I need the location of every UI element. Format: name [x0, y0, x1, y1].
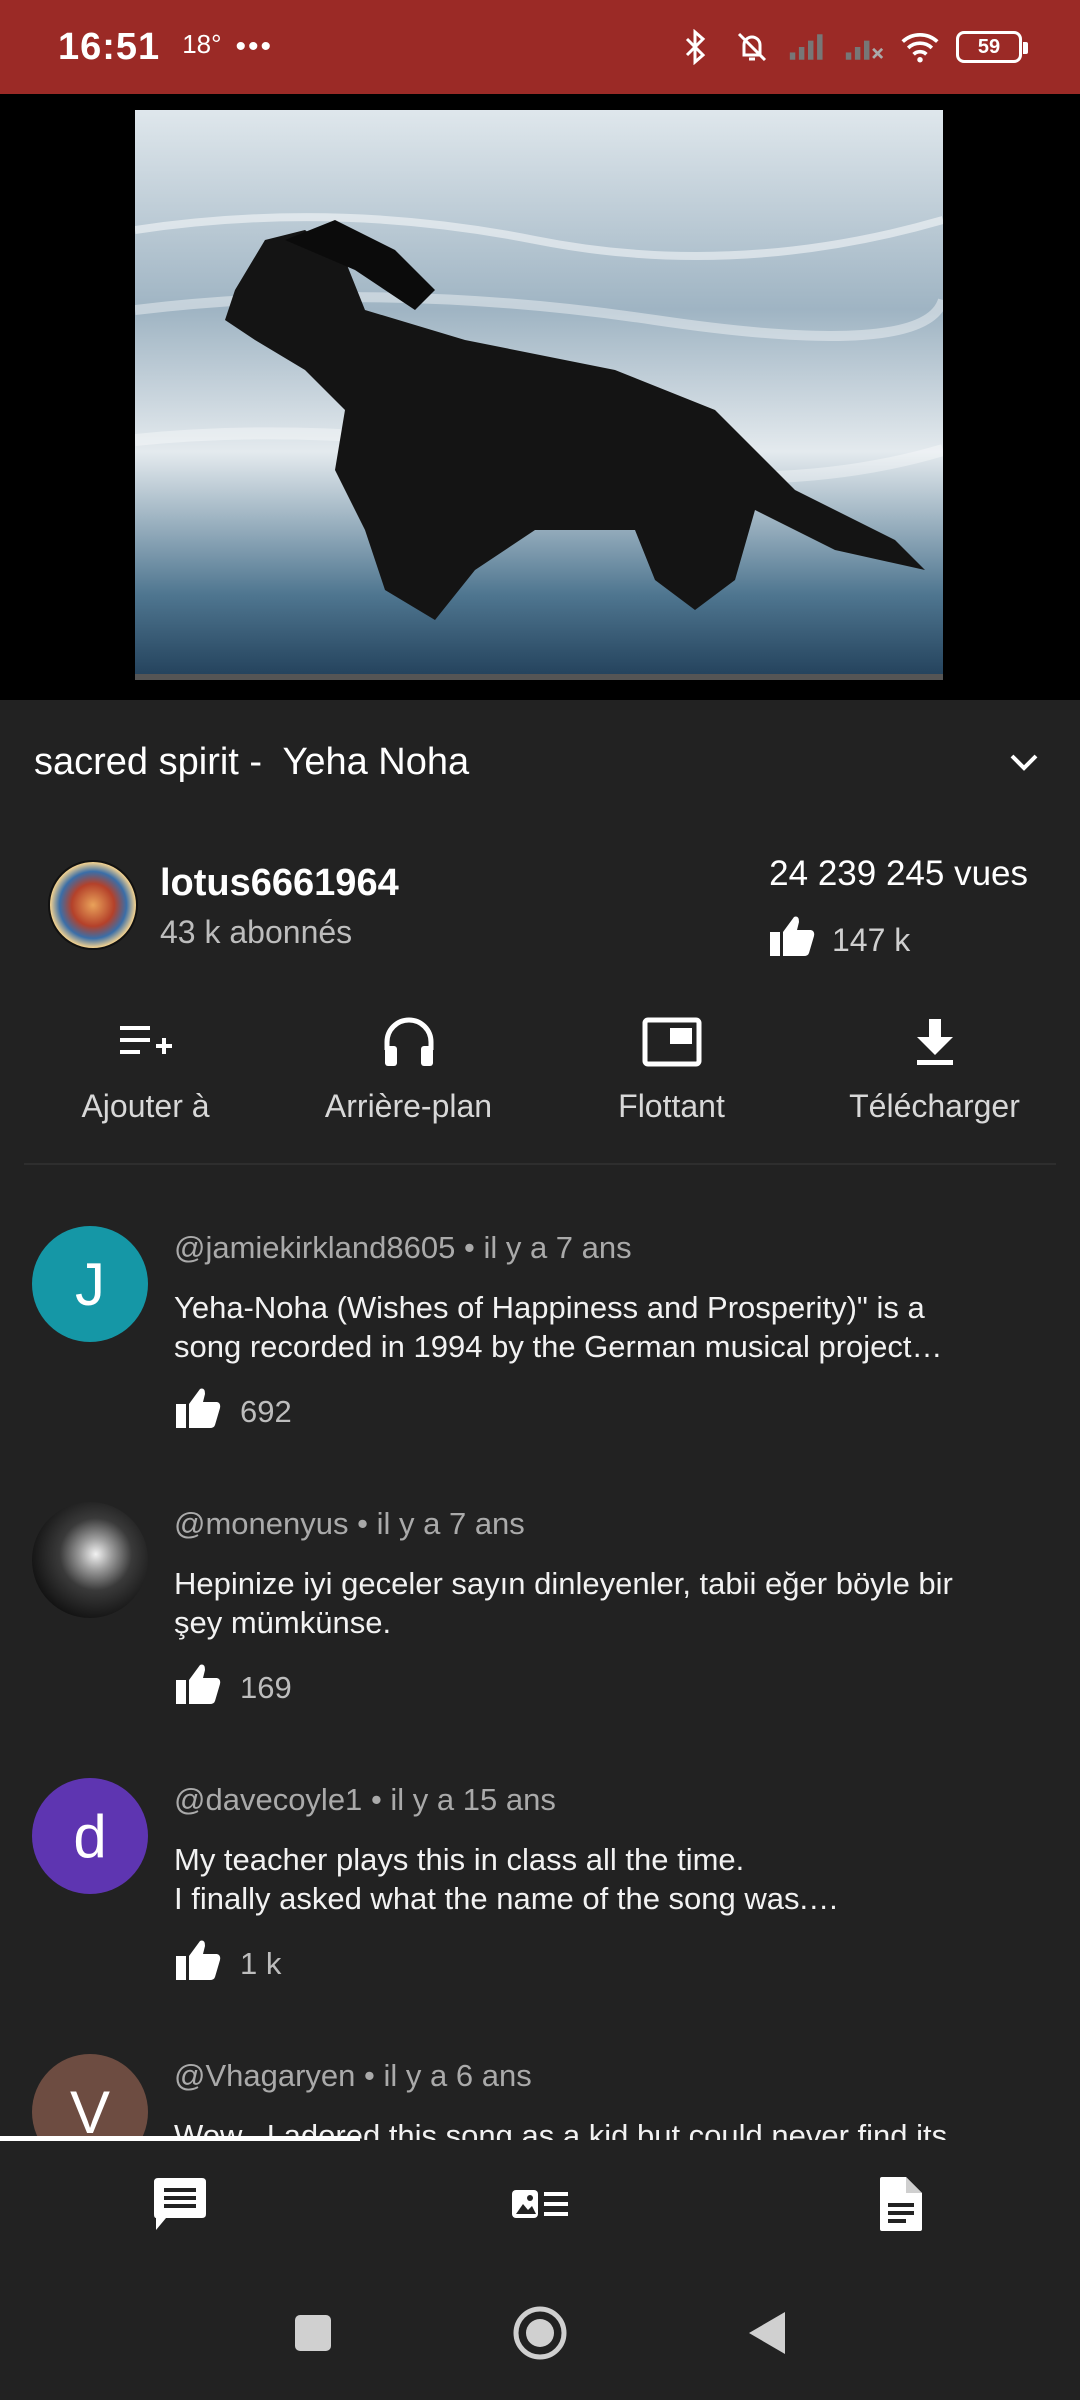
- popup-player-button[interactable]: Flottant: [552, 1010, 792, 1160]
- signal-no-icon: [844, 27, 884, 67]
- avatar[interactable]: [32, 1502, 148, 1618]
- comment-line: Yeha-Noha (Wishes of Happiness and Prosp…: [174, 1290, 925, 1325]
- channel-subscribers: 43 k abonnés: [160, 914, 353, 950]
- bottom-tab-bar: [0, 2141, 1080, 2271]
- channel-info: lotus6661964 43 k abonnés 24 239 245 vue…: [0, 846, 1080, 976]
- comment-likes: 692: [174, 1386, 292, 1438]
- circle-home-icon: [512, 2305, 568, 2366]
- system-navigation-bar: [0, 2271, 1080, 2400]
- comment-author[interactable]: @Vhagaryen: [174, 2058, 355, 2093]
- comment-line: I finally asked what the name of the son…: [174, 1881, 840, 1916]
- comment-line: song recorded in 1994 by the German musi…: [174, 1329, 943, 1364]
- video-title-row[interactable]: sacred spirit - Yeha Noha: [0, 700, 1080, 824]
- comment-text[interactable]: Hepinize iyi geceler sayın dinleyenler, …: [174, 1564, 1014, 1642]
- document-icon: [876, 2175, 924, 2238]
- action-bar: Ajouter à Arrière-plan Flottant Téléchar…: [0, 1010, 1080, 1160]
- comment-time: il y a 6 ans: [383, 2058, 532, 2093]
- comment-author[interactable]: @jamiekirkland8605: [174, 1230, 455, 1265]
- comment-icon: [150, 2176, 210, 2237]
- avatar[interactable]: d: [32, 1778, 148, 1894]
- status-icons: 59: [676, 27, 1028, 67]
- comment-line: Hepinize iyi geceler sayın dinleyenler, …: [174, 1566, 953, 1601]
- comment-header: @Vhagaryen • il y a 6 ans: [174, 2058, 532, 2094]
- triangle-back-icon: [747, 2310, 787, 2361]
- comment-item[interactable]: d @davecoyle1 • il y a 15 ans My teacher…: [0, 1752, 1080, 2028]
- playlist-add-icon: [114, 1010, 178, 1074]
- popup-label: Flottant: [618, 1088, 725, 1124]
- horse-image: [135, 110, 943, 680]
- comment-header: @monenyus • il y a 7 ans: [174, 1506, 525, 1542]
- tab-description[interactable]: [720, 2141, 1080, 2271]
- comment-time: il y a 15 ans: [390, 1782, 556, 1817]
- tab-related[interactable]: [360, 2141, 720, 2271]
- battery-indicator: 59: [956, 31, 1028, 63]
- wifi-icon: [900, 27, 940, 67]
- add-to-playlist-button[interactable]: Ajouter à: [26, 1010, 266, 1160]
- picture-in-picture-icon: [640, 1010, 704, 1074]
- comment-separator: •: [357, 1506, 368, 1541]
- channel-name[interactable]: lotus6661964: [160, 862, 399, 905]
- back-button[interactable]: [727, 2296, 807, 2376]
- comment-time: il y a 7 ans: [483, 1230, 632, 1265]
- bell-muted-icon: [732, 27, 772, 67]
- comment-text[interactable]: Yeha-Noha (Wishes of Happiness and Prosp…: [174, 1288, 1014, 1366]
- download-label: Télécharger: [849, 1088, 1020, 1124]
- thumbs-up-icon: [174, 1662, 222, 1714]
- home-button[interactable]: [500, 2296, 580, 2376]
- tab-comments[interactable]: [0, 2141, 360, 2271]
- comment-separator: •: [364, 2058, 375, 2093]
- comment-author[interactable]: @davecoyle1: [174, 1782, 362, 1817]
- background-play-button[interactable]: Arrière-plan: [289, 1010, 529, 1160]
- comment-separator: •: [370, 1782, 382, 1817]
- avatar[interactable]: V: [32, 2054, 148, 2140]
- recents-button[interactable]: [273, 2296, 353, 2376]
- comment-item[interactable]: J @jamiekirkland8605 • il y a 7 ans Yeha…: [0, 1200, 1080, 1476]
- avatar[interactable]: J: [32, 1226, 148, 1342]
- view-count: 24 239 245 vues: [769, 854, 1028, 893]
- comment-line: şey mümkünse.: [174, 1605, 392, 1640]
- status-bar: 16:51 18° ••• 59: [0, 0, 1080, 94]
- section-divider: [24, 1163, 1056, 1165]
- comment-like-count: 692: [240, 1394, 292, 1429]
- video-likes: 147 k: [768, 914, 910, 966]
- chevron-down-icon[interactable]: [1002, 740, 1046, 784]
- status-more-dots: •••: [235, 30, 274, 63]
- download-button[interactable]: Télécharger: [815, 1010, 1055, 1160]
- comment-header: @davecoyle1 • il y a 15 ans: [174, 1782, 556, 1818]
- background-label: Arrière-plan: [324, 1088, 493, 1124]
- headphones-icon: [377, 1010, 441, 1074]
- thumbs-up-icon: [174, 1386, 222, 1438]
- video-progress-bar[interactable]: [135, 674, 943, 680]
- comment-author[interactable]: @monenyus: [174, 1506, 349, 1541]
- signal-icon: [788, 27, 828, 67]
- comment-time: il y a 7 ans: [376, 1506, 525, 1541]
- comment-likes: 1 k: [174, 1938, 281, 1990]
- related-videos-icon: [510, 2184, 570, 2229]
- comment-like-count: 169: [240, 1670, 292, 1705]
- comment-like-count: 1 k: [240, 1946, 282, 1981]
- channel-avatar[interactable]: [48, 860, 138, 950]
- comment-line: My teacher plays this in class all the t…: [174, 1842, 745, 1877]
- video-thumbnail[interactable]: [135, 110, 943, 680]
- comments-list[interactable]: J @jamiekirkland8605 • il y a 7 ans Yeha…: [0, 1200, 1080, 2140]
- video-player[interactable]: [0, 94, 1080, 700]
- thumbs-up-icon: [768, 914, 816, 966]
- comment-separator: •: [463, 1230, 475, 1265]
- bluetooth-icon: [676, 27, 716, 67]
- status-time: 16:51: [58, 25, 161, 68]
- add-to-label: Ajouter à: [81, 1088, 210, 1124]
- status-temperature: 18°: [182, 28, 222, 59]
- likes-count: 147 k: [832, 921, 911, 958]
- thumbs-up-icon: [174, 1938, 222, 1990]
- comment-header: @jamiekirkland8605 • il y a 7 ans: [174, 1230, 632, 1266]
- comment-item[interactable]: V @Vhagaryen • il y a 6 ans Wow...I ador…: [0, 2028, 1080, 2140]
- video-title: sacred spirit - Yeha Noha: [34, 740, 470, 783]
- comment-text[interactable]: My teacher plays this in class all the t…: [174, 1840, 1014, 1918]
- comment-likes: 169: [174, 1662, 292, 1714]
- square-icon: [293, 2313, 333, 2358]
- download-icon: [903, 1010, 967, 1074]
- comment-item[interactable]: @monenyus • il y a 7 ans Hepinize iyi ge…: [0, 1476, 1080, 1752]
